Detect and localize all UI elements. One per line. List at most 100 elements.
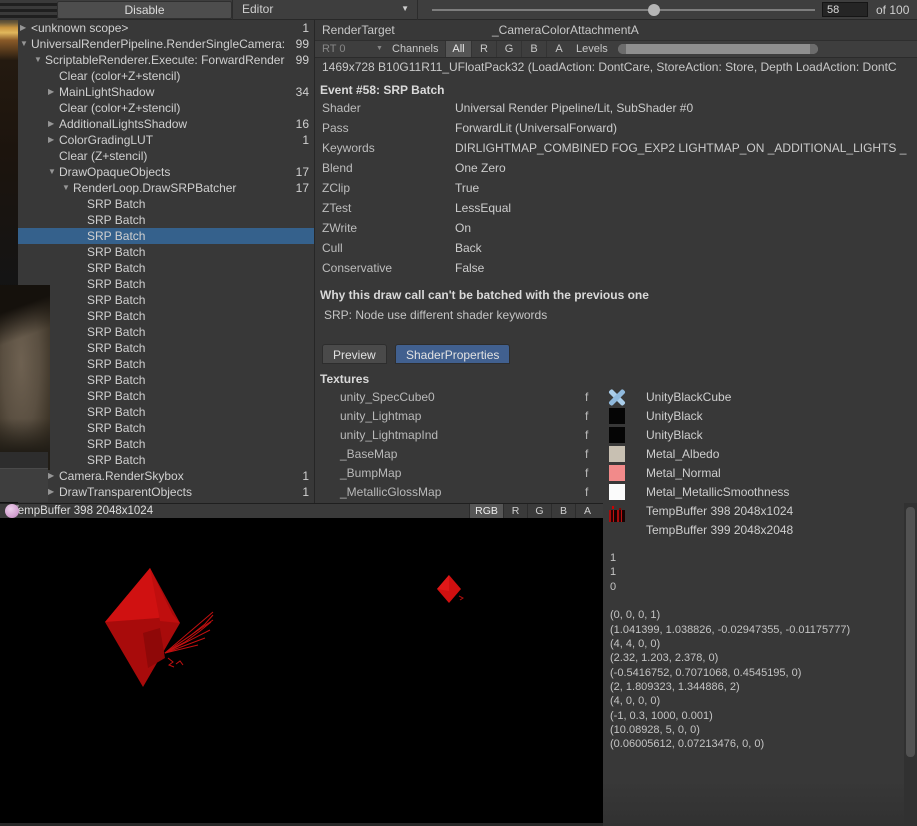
texture-property-name: unity_SpecCube0 xyxy=(340,388,435,406)
tree-row-label: DrawOpaqueObjects xyxy=(59,164,170,180)
texture-thumbnail-icon[interactable] xyxy=(609,465,625,481)
scrollbar-thumb[interactable] xyxy=(906,507,915,757)
vertical-scrollbar[interactable] xyxy=(904,503,917,826)
tree-row[interactable]: SRP Batch xyxy=(18,324,314,340)
tree-row-label: SRP Batch xyxy=(87,324,145,340)
levels-min-handle[interactable] xyxy=(618,44,626,54)
tree-row[interactable]: ▶MainLightShadow34 xyxy=(18,84,314,100)
channel-button-b[interactable]: B xyxy=(521,41,546,57)
tree-row[interactable]: Clear (color+Z+stencil) xyxy=(18,68,314,84)
tree-row[interactable]: SRP Batch xyxy=(18,452,314,468)
channel-button-all[interactable]: All xyxy=(445,41,471,57)
frame-slider[interactable] xyxy=(432,9,815,11)
tree-row[interactable]: Clear (color+Z+stencil) xyxy=(18,100,314,116)
levels-label: Levels xyxy=(576,43,608,55)
tree-row[interactable]: SRP Batch xyxy=(18,356,314,372)
preview-channel-button-rgb[interactable]: RGB xyxy=(469,504,503,519)
channel-button-g[interactable]: G xyxy=(496,41,521,57)
frame-number-input[interactable]: 58 xyxy=(822,2,868,17)
texture-row: unity_SpecCube0fUnityBlackCube xyxy=(315,388,917,406)
collapse-icon[interactable]: ▼ xyxy=(34,52,42,68)
texture-thumbnail-icon[interactable] xyxy=(609,427,625,443)
expand-icon[interactable]: ▶ xyxy=(48,116,54,132)
tree-row[interactable]: ▼ScriptableRenderer.Execute: ForwardRend… xyxy=(18,52,314,68)
tree-row[interactable]: ▶<unknown scope>1 xyxy=(18,20,314,36)
state-value: LessEqual xyxy=(455,201,913,215)
render-preview-viewport[interactable] xyxy=(0,518,603,823)
rt-index-dropdown[interactable]: RT 0 xyxy=(322,43,345,55)
texture-thumbnail-icon[interactable] xyxy=(609,446,625,462)
tree-row[interactable]: ▶AdditionalLightsShadow16 xyxy=(18,116,314,132)
preview-channel-button-g[interactable]: G xyxy=(527,504,551,519)
tree-row-label: <unknown scope> xyxy=(31,20,128,36)
render-texture-icon xyxy=(5,504,19,518)
expand-icon[interactable]: ▶ xyxy=(48,132,54,148)
tree-row-label: RenderLoop.DrawSRPBatcher xyxy=(73,180,236,196)
texture-row: _BumpMapfMetal_Normal xyxy=(315,464,917,482)
preview-channel-button-a[interactable]: A xyxy=(575,504,599,519)
event-title: Event #58: SRP Batch xyxy=(320,83,445,97)
levels-range-slider[interactable] xyxy=(618,44,818,54)
tree-row[interactable]: ▼RenderLoop.DrawSRPBatcher17 xyxy=(18,180,314,196)
channel-button-a[interactable]: A xyxy=(546,41,571,57)
tree-row[interactable]: SRP Batch xyxy=(18,420,314,436)
channel-button-r[interactable]: R xyxy=(471,41,496,57)
state-value: False xyxy=(455,261,913,275)
collapse-icon[interactable]: ▼ xyxy=(20,36,28,52)
tab-shaderproperties[interactable]: ShaderProperties xyxy=(395,344,510,364)
tree-row[interactable]: ▶DrawTransparentObjects1 xyxy=(18,484,314,500)
property-value-line: (4, 4, 0, 0) xyxy=(610,637,850,651)
tab-preview[interactable]: Preview xyxy=(322,344,387,364)
texture-thumbnail-icon[interactable] xyxy=(609,408,625,424)
tree-row[interactable]: SRP Batch xyxy=(18,308,314,324)
tree-row-label: Clear (color+Z+stencil) xyxy=(59,100,180,116)
tree-row-count: 17 xyxy=(296,164,309,180)
tree-row-label: SRP Batch xyxy=(87,404,145,420)
tree-row[interactable]: SRP Batch xyxy=(18,276,314,292)
expand-icon[interactable]: ▶ xyxy=(20,20,26,36)
frame-slider-handle[interactable] xyxy=(648,4,660,16)
tree-row[interactable]: SRP Batch xyxy=(18,244,314,260)
disable-button[interactable]: Disable xyxy=(57,1,232,19)
preview-channel-button-r[interactable]: R xyxy=(503,504,527,519)
state-row-shader: ShaderUniversal Render Pipeline/Lit, Sub… xyxy=(315,101,915,117)
frame-total-label: of 100 xyxy=(876,3,909,17)
tree-row[interactable]: ▼UniversalRenderPipeline.RenderSingleCam… xyxy=(18,36,314,52)
collapse-icon[interactable]: ▼ xyxy=(48,164,56,180)
state-value: One Zero xyxy=(455,161,913,175)
expand-icon[interactable]: ▶ xyxy=(48,84,54,100)
tree-row[interactable]: Clear (Z+stencil) xyxy=(18,148,314,164)
tree-row[interactable]: ▶Camera.RenderSkybox1 xyxy=(18,468,314,484)
state-row-cull: CullBack xyxy=(315,241,915,257)
tree-row[interactable]: SRP Batch xyxy=(18,388,314,404)
tree-row-label: SRP Batch xyxy=(87,436,145,452)
texture-asset-name: UnityBlackCube xyxy=(646,388,731,406)
tree-row-label: SRP Batch xyxy=(87,420,145,436)
levels-max-handle[interactable] xyxy=(810,44,818,54)
preview-channel-button-b[interactable]: B xyxy=(551,504,575,519)
tree-row[interactable]: ▶ColorGradingLUT1 xyxy=(18,132,314,148)
tree-row-label: SRP Batch xyxy=(87,308,145,324)
state-row-keywords: KeywordsDIRLIGHTMAP_COMBINED FOG_EXP2 LI… xyxy=(315,141,915,157)
tree-row[interactable]: SRP Batch xyxy=(18,340,314,356)
tree-row[interactable]: ▼DrawOpaqueObjects 17 xyxy=(18,164,314,180)
texture-row: _MetallicGlossMapfMetal_MetallicSmoothne… xyxy=(315,483,917,501)
collapse-icon[interactable]: ▼ xyxy=(62,180,70,196)
state-row-zwrite: ZWriteOn xyxy=(315,221,915,237)
tree-row[interactable]: SRP Batch xyxy=(18,292,314,308)
expand-icon[interactable]: ▶ xyxy=(48,468,54,484)
property-value-line: (-1, 0.3, 1000, 0.001) xyxy=(610,709,850,723)
texture-thumbnail-icon[interactable] xyxy=(609,484,625,500)
tree-row[interactable]: SRP Batch xyxy=(18,436,314,452)
tree-row-count: 1 xyxy=(302,484,309,500)
tree-row-label: ScriptableRenderer.Execute: ForwardRende… xyxy=(45,52,284,68)
tree-row[interactable]: SRP Batch xyxy=(18,404,314,420)
expand-icon[interactable]: ▶ xyxy=(48,484,54,500)
tree-row[interactable]: SRP Batch xyxy=(18,212,314,228)
tree-row[interactable]: SRP Batch xyxy=(18,228,314,244)
tree-row[interactable]: SRP Batch xyxy=(18,372,314,388)
target-selector-dropdown[interactable]: Editor ▼ xyxy=(232,0,417,20)
tree-row[interactable]: SRP Batch xyxy=(18,260,314,276)
render-preview-image xyxy=(0,518,603,823)
tree-row[interactable]: SRP Batch xyxy=(18,196,314,212)
